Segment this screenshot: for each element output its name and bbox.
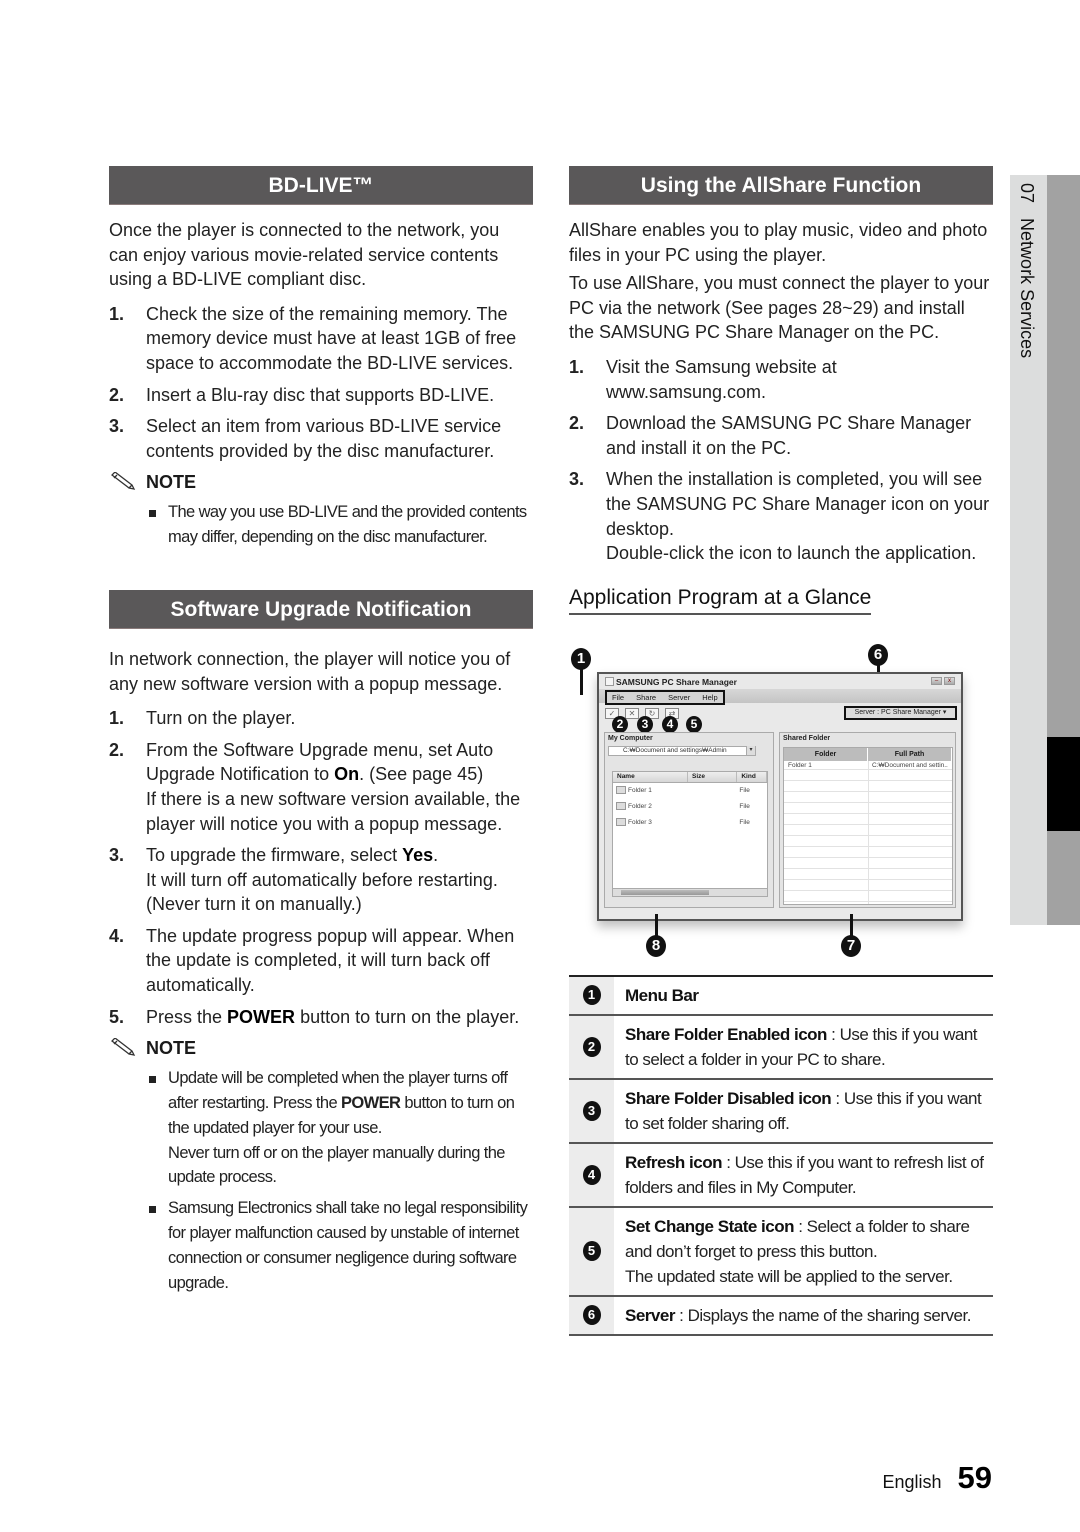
leader-line [580, 668, 583, 695]
step-item: 3. Select an item from various BD-LIVE se… [109, 416, 502, 461]
leader-line [850, 913, 853, 936]
pane-title: My Computer [608, 734, 653, 742]
callout-badge: 6 [582, 1305, 601, 1326]
list-header: Name Size Kind [613, 771, 767, 783]
minimize-icon[interactable]: – [931, 676, 942, 685]
callout-3: 3 [637, 715, 653, 733]
step-item: 2. Download the SAMSUNG PC Share Manager … [569, 413, 972, 458]
callout-1: 1 [571, 647, 591, 670]
glance-heading: Application Program at a Glance [569, 586, 872, 615]
callout-badge: 1 [582, 985, 601, 1006]
callout-badge: 3 [582, 1100, 601, 1121]
list-item[interactable]: Folder 3 File [613, 815, 767, 831]
shared-folder-list: Folder Full Path Folder 1 C:₩Document an… [783, 746, 953, 905]
page-number: 59 [957, 1460, 992, 1495]
footer-language: English [882, 1472, 942, 1492]
upgrade-intro: In network connection, the player will n… [109, 648, 511, 694]
step-item: 4. The update progress popup will appear.… [109, 925, 515, 996]
menu-help[interactable]: Help [702, 692, 717, 703]
step-item: 3. To upgrade the firmware, select Yes. It… [109, 845, 498, 915]
allshare-para: AllShare enables you to play music, vide… [569, 220, 988, 265]
chapter-label: 07 Network Services [1017, 183, 1037, 359]
chapter-tab-marker [1047, 737, 1080, 831]
step-item: 1. Visit the Samsung website at www.samsu… [569, 356, 837, 402]
window-controls: – x [931, 676, 955, 685]
app-window: SAMSUNG PC Share Manager – x File Share S… [597, 671, 963, 921]
legend-row: 4 Refresh icon : Use this if you want to … [569, 1143, 993, 1208]
bdlive-intro: Once the player is connected to the netw… [109, 220, 500, 290]
shared-folder-pane: Shared Folder Folder Full Path Folder 1 … [779, 731, 956, 908]
menu-file[interactable]: File [612, 692, 624, 703]
legend-row: 6 Server : Displays the name of the shari… [569, 1296, 993, 1336]
pane-title: Shared Folder [783, 734, 831, 742]
col-folder[interactable]: Folder [784, 747, 868, 761]
legend-row: 3 Share Folder Disabled icon : Use this i… [569, 1079, 993, 1144]
col-full-path[interactable]: Full Path [868, 747, 952, 761]
step-item: 3. When the installation is completed, yo… [569, 469, 990, 564]
callout-2: 2 [612, 715, 628, 733]
step-item: 5. Press the POWER button to turn on the … [109, 1006, 520, 1027]
left-column: BD-LIVE™ Once the player is connected to… [109, 166, 533, 1301]
menu-share[interactable]: Share [636, 692, 656, 703]
menu-bar: File Share Server Help [605, 689, 725, 705]
upgrade-steps: 1. Turn on the player. 2. From the Softwar… [109, 706, 533, 1029]
note-item: Update will be completed when the player… [109, 1066, 533, 1190]
app-icon [605, 677, 614, 687]
note-item: Samsung Electronics shall take no legal … [109, 1196, 533, 1295]
file-list: Name Size Kind Folder 1 File Folder 2 File… [612, 770, 768, 897]
callout-badge: 4 [582, 1164, 601, 1185]
step-item: 2. From the Software Upgrade menu, set Au… [109, 739, 521, 834]
callout-badge: 2 [582, 1036, 601, 1057]
bdlive-heading: BD-LIVE™ [109, 166, 533, 205]
col-kind[interactable]: Kind [737, 771, 767, 782]
app-screenshot-diagram: 1 6 SAMSUNG PC Share Manager – x File Sha… [569, 635, 993, 975]
leader-line [655, 913, 658, 936]
list-item[interactable]: Folder 1 File [613, 783, 767, 799]
legend-row: 1 Menu Bar [569, 976, 993, 1016]
horizontal-scrollbar[interactable] [613, 887, 767, 896]
column-divider [868, 760, 869, 904]
app-window-title: SAMSUNG PC Share Manager [605, 677, 737, 687]
callout-8: 8 [646, 934, 666, 957]
pencil-icon [111, 1038, 136, 1057]
server-dropdown[interactable]: Server : PC Share Manager ▾ [844, 705, 957, 720]
step-item: 1. Check the size of the remaining memory… [109, 303, 517, 373]
list-item[interactable]: Folder 2 File [613, 799, 767, 815]
allshare-heading: Using the AllShare Function [569, 166, 993, 205]
legend-row: 2 Share Folder Enabled icon : Use this if… [569, 1015, 993, 1080]
callout-4: 4 [662, 715, 678, 733]
callout-badge: 5 [582, 1241, 601, 1262]
my-computer-pane: My Computer C:₩Document and settings₩Adm… [604, 731, 774, 908]
step-item: 1. Turn on the player. [109, 708, 296, 729]
legend-row: 5 Set Change State icon : Select a folder… [569, 1207, 993, 1297]
col-size[interactable]: Size [688, 771, 738, 782]
right-column: Using the AllShare Function AllShare ena… [569, 166, 993, 1336]
upgrade-heading: Software Upgrade Notification [109, 589, 533, 629]
page-footer: English 59 [882, 1460, 992, 1496]
menu-server[interactable]: Server [668, 692, 690, 703]
note-heading: NOTE [109, 1036, 533, 1060]
allshare-steps: 1. Visit the Samsung website at www.samsu… [569, 355, 993, 566]
step-item: 2. Insert a Blu-ray disc that supports BD… [109, 384, 495, 405]
callout-6: 6 [868, 643, 888, 666]
col-name[interactable]: Name [613, 771, 688, 782]
upgrade-notes: Update will be completed when the player… [109, 1066, 533, 1295]
note-heading: NOTE [109, 470, 533, 494]
path-select[interactable]: C:₩Document and settings₩Admin [608, 745, 756, 756]
callout-7: 7 [841, 934, 861, 957]
bdlive-notes: The way you use BD-LIVE and the provided… [109, 500, 533, 550]
note-item: The way you use BD-LIVE and the provided… [109, 500, 533, 550]
pencil-icon [111, 472, 136, 491]
bdlive-steps: 1. Check the size of the remaining memory… [109, 302, 533, 464]
allshare-para: To use AllShare, you must connect the pl… [569, 273, 990, 343]
scroll-thumb[interactable] [621, 889, 709, 895]
callout-5: 5 [686, 715, 702, 733]
legend-table: 1 Menu Bar 2 Share Folder Enabled icon : U… [569, 974, 993, 1336]
share-folder-disabled-icon[interactable]: ✕ [625, 707, 639, 719]
shared-header: Folder Full Path [784, 747, 952, 761]
close-icon[interactable]: x [944, 676, 955, 685]
